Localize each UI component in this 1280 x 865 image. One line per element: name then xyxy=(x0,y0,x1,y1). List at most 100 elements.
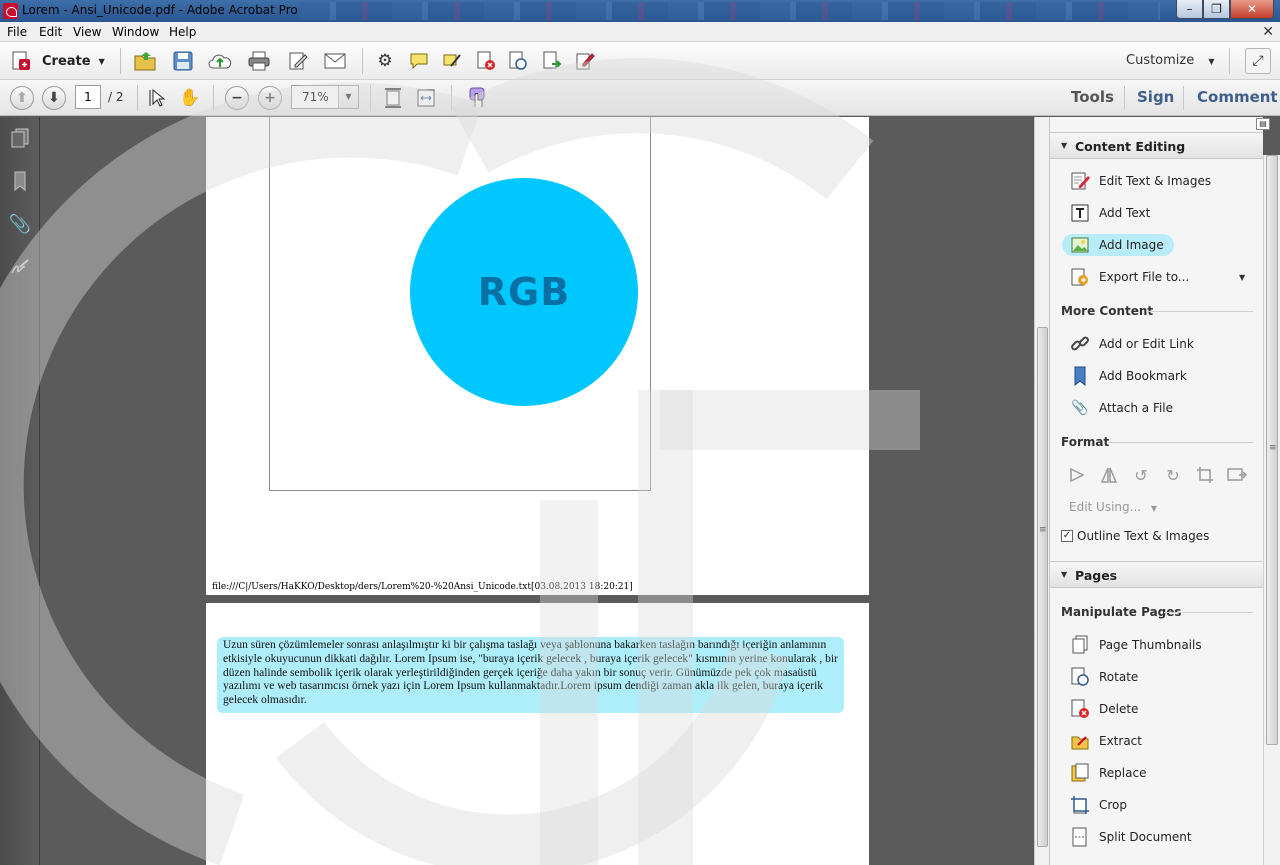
editable-text-block[interactable]: Uzun süren çözümlemeler sonrası anlaşılm… xyxy=(217,637,844,713)
replace-item[interactable]: Replace xyxy=(1070,762,1146,784)
document-view[interactable]: RGB file:///C|/Users/HaKKO/Desktop/ders/… xyxy=(41,117,1034,865)
delete-page-icon xyxy=(1070,699,1090,719)
save-icon[interactable] xyxy=(171,49,195,73)
zoom-value: 71% xyxy=(302,90,329,104)
edit-pdf-icon[interactable] xyxy=(573,49,597,73)
scroll-grip-icon: ≡ xyxy=(1039,525,1047,535)
chevron-down-icon[interactable]: ▼ xyxy=(1239,273,1245,282)
tab-separator xyxy=(1183,86,1184,110)
page-number-input[interactable]: 1 xyxy=(75,85,101,109)
menu-view[interactable]: View xyxy=(73,25,101,39)
item-label: Add Text xyxy=(1099,206,1151,220)
panel-options-icon[interactable]: ▤ xyxy=(1256,118,1270,130)
restore-button[interactable]: ❐ xyxy=(1203,0,1230,19)
document-scrollbar[interactable]: ≡ xyxy=(1034,117,1050,865)
extract-pages-icon[interactable] xyxy=(540,49,564,73)
rotate-left-icon: ↺ xyxy=(1134,465,1148,485)
page-thumbnails-icon xyxy=(1070,635,1090,655)
cloud-upload-icon[interactable] xyxy=(208,49,232,73)
zoom-out-icon[interactable]: − xyxy=(225,86,249,110)
close-button[interactable]: ✕ xyxy=(1230,0,1274,19)
crop-image-icon xyxy=(1194,464,1216,486)
title-bar-backdrop xyxy=(300,2,1160,20)
tab-sign[interactable]: Sign xyxy=(1137,88,1174,106)
item-label: Add Bookmark xyxy=(1099,369,1187,383)
pages-header[interactable]: ▼ Pages xyxy=(1050,561,1263,588)
delete-item[interactable]: Delete xyxy=(1070,698,1138,720)
flip-horizontal-icon xyxy=(1066,464,1088,486)
print-icon[interactable] xyxy=(247,49,271,73)
tools-pane-scrollbar[interactable]: ≡ xyxy=(1263,155,1280,865)
add-image-item[interactable]: Add Image xyxy=(1062,234,1174,256)
hand-tool-icon[interactable]: ✋ xyxy=(178,86,202,110)
checkbox-label: Outline Text & Images xyxy=(1077,529,1210,543)
menu-help[interactable]: Help xyxy=(169,25,196,39)
outline-text-images-checkbox[interactable]: ✓ Outline Text & Images xyxy=(1061,529,1209,543)
fit-width-icon[interactable] xyxy=(414,86,438,110)
navigation-pane: 📎 xyxy=(0,117,40,865)
edit-text-images-item[interactable]: Edit Text & Images xyxy=(1070,170,1211,192)
subheader-rule xyxy=(1164,612,1253,613)
section-title: Pages xyxy=(1075,568,1118,583)
add-text-item[interactable]: Add Text xyxy=(1070,202,1150,224)
rotate-pages-icon[interactable] xyxy=(506,49,530,73)
page-thumbnails-item[interactable]: Page Thumbnails xyxy=(1070,634,1202,656)
minimize-button[interactable]: – xyxy=(1176,0,1203,19)
customize-menu[interactable]: Customize ▼ xyxy=(1126,53,1215,68)
image-frame: RGB xyxy=(269,117,651,491)
create-button[interactable]: Create ▼ xyxy=(10,49,105,73)
bookmark-icon xyxy=(1070,366,1090,386)
add-edit-link-item[interactable]: Add or Edit Link xyxy=(1070,333,1194,355)
rotate-item[interactable]: Rotate xyxy=(1070,666,1138,688)
replace-page-icon xyxy=(1070,763,1090,783)
email-icon[interactable] xyxy=(323,49,347,73)
gear-icon[interactable]: ⚙ xyxy=(373,49,397,73)
split-document-item[interactable]: Split Document xyxy=(1070,826,1192,848)
tab-separator xyxy=(1124,86,1125,110)
edit-document-icon[interactable] xyxy=(286,49,310,73)
bookmarks-icon[interactable] xyxy=(9,170,31,192)
zoom-in-icon[interactable]: + xyxy=(258,86,282,110)
page-thumbnails-icon[interactable] xyxy=(9,127,31,149)
item-label: Split Document xyxy=(1099,830,1192,844)
rotate-right-icon: ↻ xyxy=(1166,465,1180,485)
replace-image-icon xyxy=(1226,464,1248,486)
toolbar-separator xyxy=(362,48,363,74)
chevron-down-icon[interactable]: ▼ xyxy=(338,86,358,108)
content-editing-header[interactable]: ▼ Content Editing xyxy=(1050,132,1263,159)
touch-mode-icon[interactable] xyxy=(465,86,489,110)
item-label: Crop xyxy=(1099,798,1128,812)
tab-tools[interactable]: Tools xyxy=(1071,88,1114,106)
signatures-icon[interactable] xyxy=(9,257,31,279)
fit-page-icon[interactable] xyxy=(381,86,405,110)
delete-pages-icon[interactable] xyxy=(474,49,498,73)
circle-label: RGB xyxy=(477,270,571,314)
previous-page-icon[interactable]: ⬆ xyxy=(10,86,34,110)
menu-file[interactable]: File xyxy=(7,25,27,39)
document-scroll-thumb[interactable] xyxy=(1037,327,1048,847)
checkbox-checked-icon[interactable]: ✓ xyxy=(1061,530,1073,542)
select-cursor-icon[interactable] xyxy=(146,86,170,110)
add-bookmark-item[interactable]: Add Bookmark xyxy=(1070,365,1187,387)
extract-item[interactable]: Extract xyxy=(1070,730,1142,752)
next-page-icon[interactable]: ⬇ xyxy=(42,86,66,110)
paperclip-icon: 📎 xyxy=(1071,400,1089,416)
full-screen-button[interactable]: ⤢ xyxy=(1245,48,1271,74)
edit-text-images-icon xyxy=(1070,171,1090,191)
menu-edit[interactable]: Edit xyxy=(39,25,62,39)
zoom-select[interactable]: 71% ▼ xyxy=(291,85,359,109)
comment-bubble-icon[interactable] xyxy=(407,49,431,73)
close-document-icon[interactable]: ✕ xyxy=(1262,24,1274,40)
edit-using-dropdown: Edit Using... ▼ xyxy=(1069,500,1157,514)
attachments-icon[interactable]: 📎 xyxy=(9,213,31,235)
tab-comment[interactable]: Comment xyxy=(1197,88,1278,106)
attach-file-item[interactable]: 📎 Attach a File xyxy=(1070,397,1173,419)
open-folder-icon[interactable] xyxy=(133,49,157,73)
menu-window[interactable]: Window xyxy=(112,25,159,39)
chevron-down-icon: ▼ xyxy=(1150,504,1158,513)
highlight-icon[interactable] xyxy=(440,49,464,73)
crop-item[interactable]: Crop xyxy=(1070,794,1127,816)
export-file-item[interactable]: Export File to... xyxy=(1070,266,1189,288)
link-icon xyxy=(1070,334,1090,354)
subheader-rule xyxy=(1146,311,1253,312)
